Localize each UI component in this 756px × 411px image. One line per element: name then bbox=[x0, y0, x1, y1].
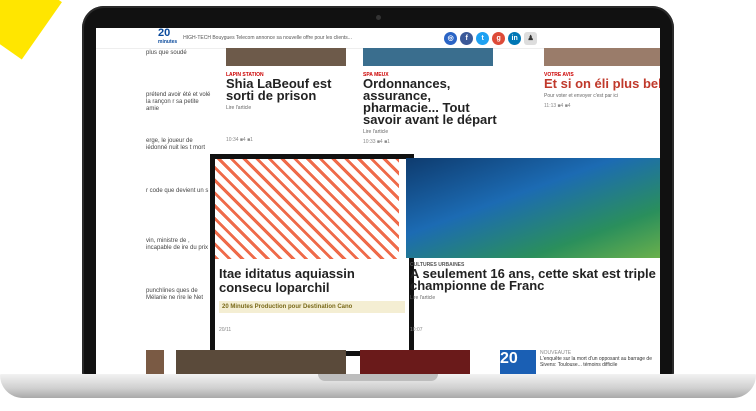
facebook-icon[interactable]: f bbox=[460, 31, 474, 45]
skateboard-image[interactable] bbox=[406, 158, 660, 258]
user-icon[interactable]: ♟ bbox=[524, 31, 538, 45]
laptop-frame: 20 minutes HIGH-TECH Bouygues Telecom ann… bbox=[82, 6, 674, 378]
read-more-link[interactable]: Pour voter et envoyer c'est par ici bbox=[544, 93, 660, 99]
news-ticker[interactable]: HIGH-TECH Bouygues Telecom annonce sa no… bbox=[183, 35, 438, 41]
article-image[interactable] bbox=[226, 48, 346, 66]
article-image[interactable] bbox=[544, 48, 660, 66]
zigzag-pattern-image[interactable] bbox=[215, 159, 399, 259]
article-meta: 10:34 ■4 ■1 bbox=[226, 137, 253, 143]
article-card[interactable]: SPA MEUX Ordonnances, assurance, pharmac… bbox=[363, 72, 503, 145]
article-title[interactable]: A seulement 16 ans, cette skat est tripl… bbox=[410, 267, 660, 292]
left-item[interactable]: plus que soudé bbox=[146, 50, 211, 57]
laptop-notch bbox=[318, 374, 438, 381]
featured-title[interactable]: Itae iditatus aquiassin consecu loparchi… bbox=[215, 259, 409, 295]
read-more-link[interactable]: Lire l'article bbox=[363, 129, 503, 135]
yellow-accent-shape bbox=[0, 0, 62, 60]
linkedin-icon[interactable]: in bbox=[508, 31, 522, 45]
article-title[interactable]: Et si on éli plus belle de France bbox=[544, 77, 660, 90]
social-links: ◎ f t g in ♟ bbox=[444, 31, 538, 45]
article-title[interactable]: Ordonnances, assurance, pharmacie... Tou… bbox=[363, 77, 503, 126]
left-item[interactable]: punchlines ques de Mélanie ne rire le Ne… bbox=[146, 288, 211, 302]
twitter-icon[interactable]: t bbox=[476, 31, 490, 45]
site-logo[interactable]: 20 minutes bbox=[158, 28, 177, 47]
laptop-base bbox=[0, 374, 756, 398]
googleplus-icon[interactable]: g bbox=[492, 31, 506, 45]
site-header: 20 minutes HIGH-TECH Bouygues Telecom ann… bbox=[96, 28, 660, 49]
article-card[interactable]: CULTURES URBAINES A seulement 16 ans, ce… bbox=[410, 262, 660, 333]
left-item[interactable]: prétend avoir été et volé la rançon r sa… bbox=[146, 92, 211, 113]
article-meta: 10:07 bbox=[410, 327, 423, 333]
laptop-screen: 20 minutes HIGH-TECH Bouygues Telecom ann… bbox=[96, 28, 660, 378]
featured-sponsored-card[interactable]: Itae iditatus aquiassin consecu loparchi… bbox=[210, 154, 414, 356]
camera-icon bbox=[376, 15, 381, 20]
read-more-link[interactable]: Lire l'article bbox=[226, 105, 356, 111]
article-card[interactable]: LAPIN STATION Shia LaBeouf est sorti de … bbox=[226, 72, 356, 143]
featured-meta: 20/11 bbox=[219, 327, 232, 333]
globe-icon[interactable]: ◎ bbox=[444, 31, 458, 45]
read-more-link[interactable]: Lire l'article bbox=[410, 295, 660, 301]
left-item[interactable]: erge, le joueur de iédonné nuit les t mo… bbox=[146, 138, 211, 152]
article-title[interactable]: Shia LaBeouf est sorti de prison bbox=[226, 77, 356, 102]
article-meta: 11:13 ■4 ■4 bbox=[544, 103, 571, 109]
sponsor-label[interactable]: 20 Minutes Production pour Destination C… bbox=[219, 301, 405, 313]
news-text[interactable]: L'enquête sur la mort d'un opposant au b… bbox=[540, 356, 660, 368]
left-item[interactable]: vin, ministre de , incapable de ire du p… bbox=[146, 238, 211, 252]
article-image[interactable] bbox=[363, 48, 493, 66]
article-meta: 10:33 ■4 ■1 bbox=[363, 139, 390, 145]
article-card[interactable]: VOTRE AVIS Et si on éli plus belle de Fr… bbox=[544, 72, 660, 109]
left-item[interactable]: r code que devient un s bbox=[146, 188, 211, 195]
